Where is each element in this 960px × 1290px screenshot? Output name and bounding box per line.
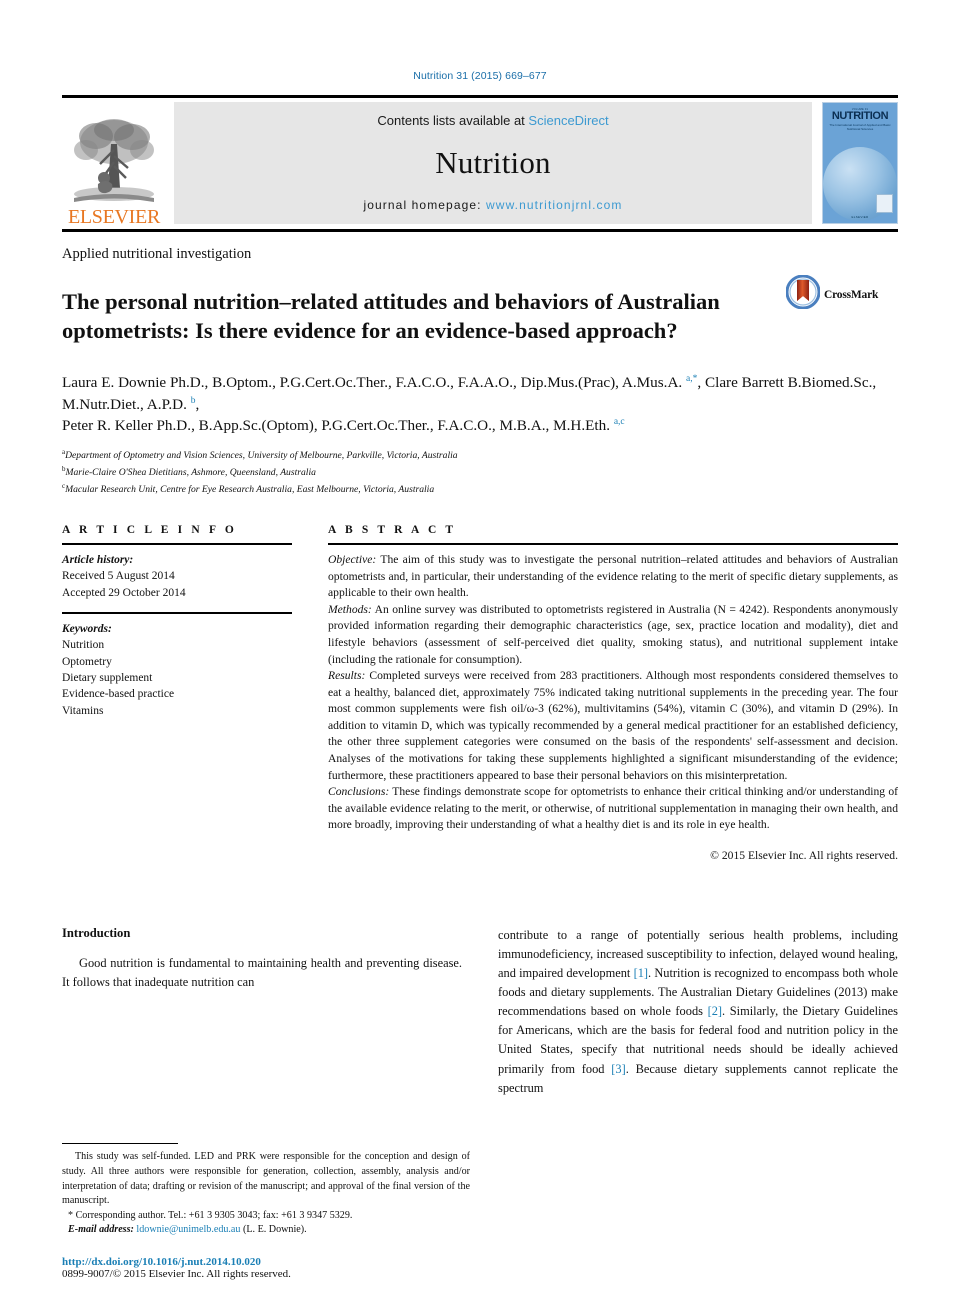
- abstract-body: Objective: The aim of this study was to …: [328, 552, 898, 834]
- running-head: Nutrition 31 (2015) 669–677: [413, 70, 547, 82]
- issn-copyright: 0899-9007/© 2015 Elsevier Inc. All right…: [62, 1268, 291, 1280]
- affiliation-item: aDepartment of Optometry and Vision Scie…: [62, 447, 898, 464]
- keyword-item: Optometry: [62, 655, 112, 668]
- abstract-section-text: The aim of this study was to investigate…: [328, 553, 898, 600]
- affiliation-list: aDepartment of Optometry and Vision Scie…: [62, 447, 898, 498]
- divider: [62, 543, 292, 546]
- keyword-item: Evidence-based practice: [62, 688, 175, 701]
- keywords-label: Keywords:: [62, 623, 112, 636]
- page-title: The personal nutrition–related attitudes…: [62, 289, 720, 344]
- body-column-right: contribute to a range of potentially ser…: [498, 926, 898, 1098]
- article-history-label: Article history:: [62, 554, 134, 567]
- abstract-section-label: Results:: [328, 669, 366, 683]
- abstract-section-label: Conclusions:: [328, 785, 390, 799]
- abstract-section: Objective: The aim of this study was to …: [328, 552, 898, 602]
- footnote-divider: [62, 1143, 178, 1145]
- abstract-section: Conclusions: These findings demonstrate …: [328, 784, 898, 834]
- cover-subtitle: The International Journal of Applied and…: [829, 123, 891, 131]
- abstract-section-label: Methods:: [328, 602, 372, 616]
- funding-note: This study was self-funded. LED and PRK …: [62, 1151, 470, 1207]
- divider: [62, 612, 292, 615]
- affiliation-text: Department of Optometry and Vision Scien…: [65, 450, 458, 462]
- journal-cover-thumbnail: VOLUME 31 NUTRITION The International Jo…: [822, 102, 898, 224]
- article-page: Nutrition 31 (2015) 669–677 ELSEVIER Con…: [0, 0, 960, 1290]
- sciencedirect-link[interactable]: ScienceDirect: [528, 113, 608, 128]
- article-history-item: Accepted 29 October 2014: [62, 586, 186, 599]
- abstract-copyright: © 2015 Elsevier Inc. All rights reserved…: [710, 848, 898, 862]
- homepage-prefix: journal homepage:: [363, 198, 482, 212]
- divider: [328, 543, 898, 546]
- journal-masthead: ELSEVIER Contents lists available at Sci…: [62, 95, 898, 232]
- homepage-url-link[interactable]: www.nutritionjrnl.com: [486, 198, 622, 212]
- crossmark-label: CrossMark: [824, 288, 879, 301]
- affiliation-text: Macular Research Unit, Centre for Eye Re…: [65, 484, 435, 496]
- cover-publisher-badge: [876, 194, 893, 213]
- elsevier-wordmark: ELSEVIER: [67, 206, 161, 228]
- abstract-heading: A B S T R A C T: [328, 524, 457, 537]
- keyword-item: Vitamins: [62, 704, 104, 717]
- doi-link[interactable]: http://dx.doi.org/10.1016/j.nut.2014.10.…: [62, 1256, 482, 1268]
- corresponding-author-note: * Corresponding author. Tel.: +61 3 9305…: [68, 1209, 353, 1221]
- title-row: The personal nutrition–related attitudes…: [62, 272, 898, 360]
- keywords-block: Keywords: Nutrition Optometry Dietary su…: [62, 621, 292, 719]
- article-history-item: Received 5 August 2014: [62, 570, 175, 583]
- journal-title: Nutrition: [435, 145, 551, 180]
- affiliation-item: bMarie-Claire O'Shea Dietitians, Ashmore…: [62, 464, 898, 481]
- elsevier-logo: ELSEVIER: [62, 98, 166, 229]
- cover-title: NUTRITION: [831, 110, 889, 122]
- abstract-section-text: Completed surveys were received from 283…: [328, 669, 898, 782]
- author-list: Laura E. Downie Ph.D., B.Optom., P.G.Cer…: [62, 374, 877, 435]
- article-history-block: Article history: Received 5 August 2014 …: [62, 552, 292, 601]
- citation-link[interactable]: [2]: [708, 1004, 722, 1018]
- citation-link[interactable]: [3]: [611, 1062, 625, 1076]
- body-columns: Introduction Good nutrition is fundament…: [62, 926, 898, 1098]
- article-info-column: A R T I C L E I N F O Article history: R…: [62, 524, 292, 862]
- abstract-section-label: Objective:: [328, 553, 377, 567]
- crossmark-icon: [785, 274, 821, 314]
- body-paragraph: contribute to a range of potentially ser…: [498, 926, 898, 1098]
- email-label: E-mail address:: [68, 1224, 134, 1236]
- info-abstract-region: A R T I C L E I N F O Article history: R…: [62, 524, 898, 862]
- email-link[interactable]: ldownie@unimelb.edu.au: [136, 1224, 240, 1235]
- abstract-column: A B S T R A C T Objective: The aim of th…: [328, 524, 898, 862]
- abstract-section: Results: Completed surveys were received…: [328, 668, 898, 784]
- crossmark-badge[interactable]: CrossMark: [785, 272, 898, 314]
- elsevier-tree-icon: [70, 116, 158, 208]
- keyword-item: Nutrition: [62, 639, 105, 652]
- journal-homepage-line: journal homepage: www.nutritionjrnl.com: [363, 198, 622, 212]
- body-column-left: Introduction Good nutrition is fundament…: [62, 926, 462, 1098]
- contents-prefix: Contents lists available at: [377, 113, 525, 128]
- cover-footer: ELSEVIER: [851, 215, 869, 219]
- keyword-item: Dietary supplement: [62, 672, 153, 684]
- doi-block: http://dx.doi.org/10.1016/j.nut.2014.10.…: [62, 1256, 482, 1280]
- affiliation-text: Marie-Claire O'Shea Dietitians, Ashmore,…: [65, 467, 316, 479]
- abstract-section-text: An online survey was distributed to opto…: [328, 602, 898, 666]
- section-kicker: Applied nutritional investigation: [62, 246, 252, 262]
- abstract-section-text: These findings demonstrate scope for opt…: [328, 785, 898, 832]
- journal-band: Contents lists available at ScienceDirec…: [174, 102, 812, 224]
- introduction-heading: Introduction: [62, 925, 131, 940]
- email-note: E-mail address: ldownie@unimelb.edu.au (…: [62, 1223, 470, 1238]
- contents-available-line: Contents lists available at ScienceDirec…: [377, 113, 608, 128]
- body-paragraph: Good nutrition is fundamental to maintai…: [62, 955, 462, 989]
- footnote-block: This study was self-funded. LED and PRK …: [62, 1143, 470, 1238]
- article-info-heading: A R T I C L E I N F O: [62, 524, 237, 537]
- email-suffix: (L. E. Downie).: [240, 1224, 307, 1236]
- abstract-section: Methods: An online survey was distribute…: [328, 602, 898, 668]
- citation-link[interactable]: [1]: [634, 966, 648, 980]
- affiliation-item: cMacular Research Unit, Centre for Eye R…: [62, 481, 898, 498]
